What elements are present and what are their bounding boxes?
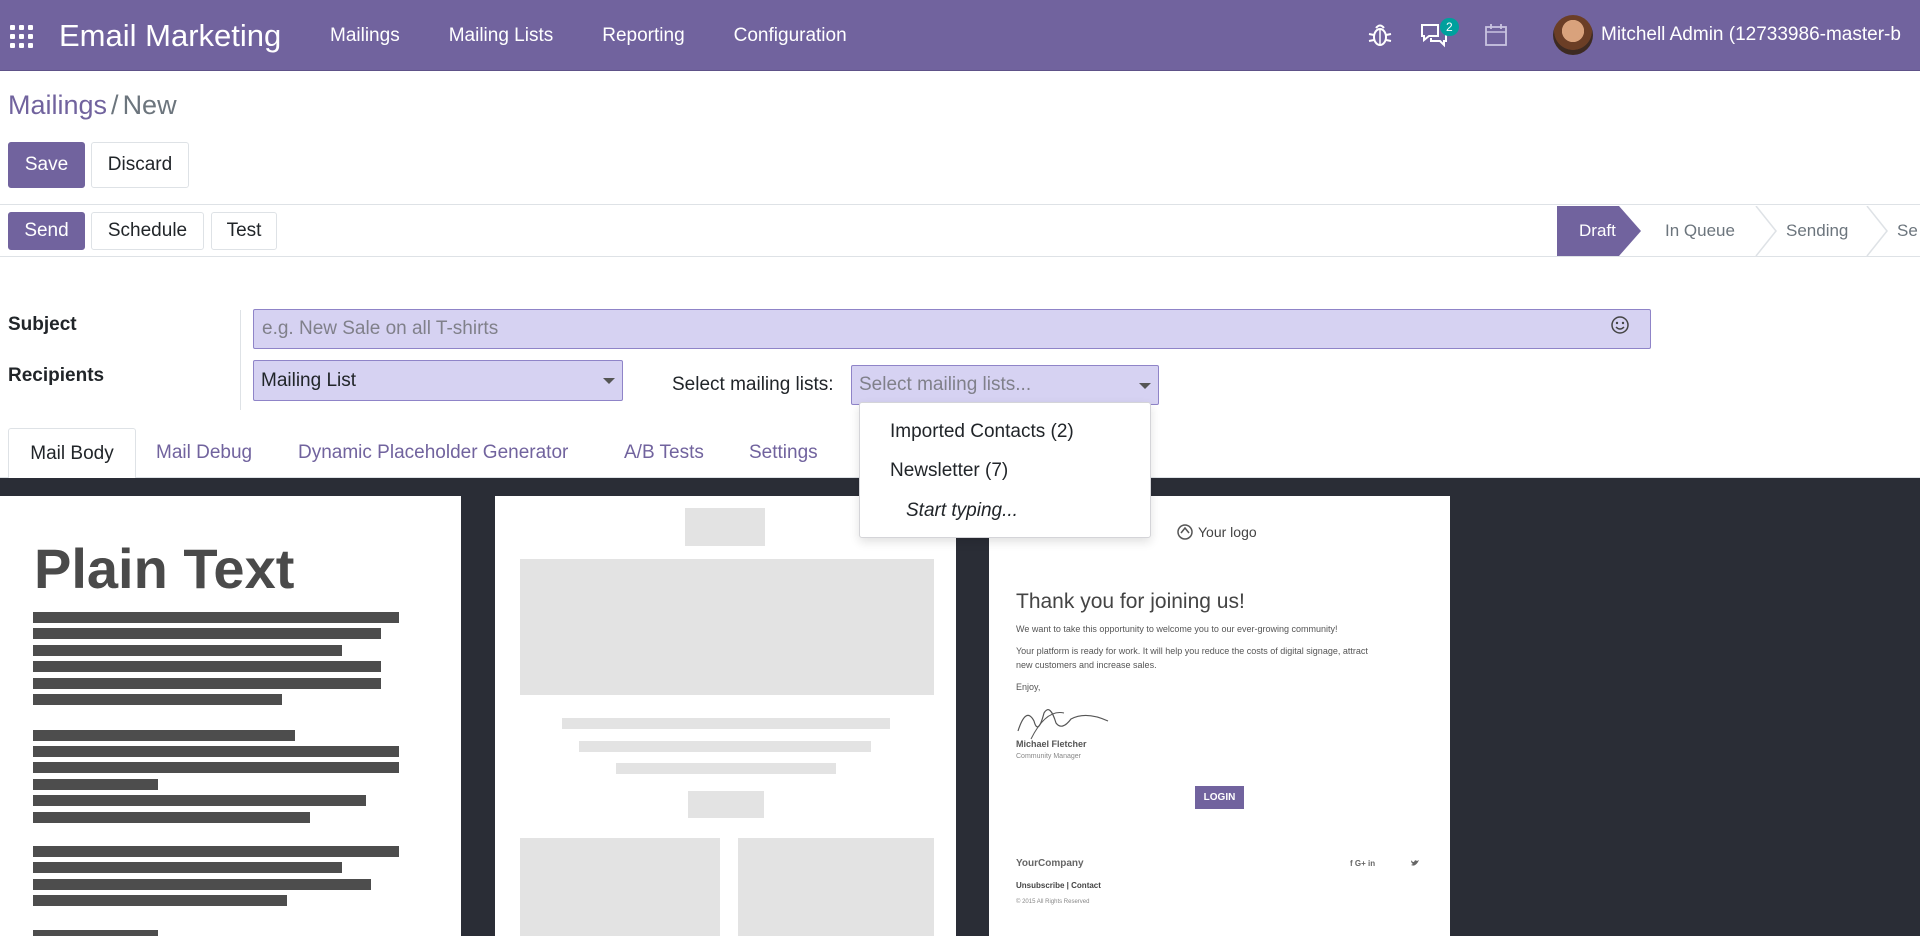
signature-image	[1017, 709, 1109, 740]
tab-ab-tests[interactable]: A/B Tests	[624, 428, 704, 478]
divider	[240, 310, 241, 410]
stage-in-queue[interactable]: In Queue	[1665, 206, 1735, 256]
stage-arrow	[1755, 206, 1777, 256]
save-button[interactable]: Save	[8, 142, 85, 188]
recipients-select[interactable]: Mailing List	[253, 360, 623, 401]
stage-draft[interactable]: Draft	[1557, 206, 1619, 256]
divider	[0, 204, 1920, 205]
template-logo-text: Your logo	[1198, 524, 1257, 540]
divider	[0, 256, 1920, 257]
mailing-lists-placeholder: Select mailing lists...	[859, 374, 1032, 395]
template-signer: Michael Fletcher	[1016, 739, 1087, 749]
dropdown-hint: Start typing...	[906, 500, 1018, 521]
template-text: We want to take this opportunity to welc…	[1016, 624, 1338, 634]
template-layout[interactable]	[495, 496, 956, 936]
chevron-down-icon	[603, 378, 615, 384]
template-copyright: © 2015 All Rights Reserved	[1016, 899, 1090, 905]
messages-count-badge: 2	[1440, 18, 1459, 36]
test-button[interactable]: Test	[211, 212, 277, 250]
recipients-value: Mailing List	[261, 369, 357, 391]
user-name[interactable]: Mitchell Admin (12733986-master-b	[1601, 24, 1901, 46]
subject-label: Subject	[8, 314, 77, 335]
menu-item-mailing-lists[interactable]: Mailing Lists	[449, 25, 554, 47]
menu-item-configuration[interactable]: Configuration	[734, 25, 847, 47]
mailing-lists-label: Select mailing lists:	[672, 374, 834, 395]
subject-input[interactable]: e.g. New Sale on all T-shirts	[253, 309, 1651, 349]
dropdown-item-newsletter[interactable]: Newsletter (7)	[890, 460, 1008, 482]
template-plain-text[interactable]: Plain Text	[0, 496, 461, 936]
breadcrumb-current: New	[122, 90, 177, 120]
breadcrumb: Mailings / New	[8, 90, 177, 121]
status-bar: Draft In Queue Sending Se	[1557, 206, 1920, 256]
template-company: YourCompany	[1016, 858, 1084, 869]
recipients-label: Recipients	[8, 365, 105, 386]
send-button[interactable]: Send	[8, 212, 85, 250]
chevron-down-icon	[1139, 383, 1151, 389]
tab-dynamic-placeholder-generator[interactable]: Dynamic Placeholder Generator	[298, 428, 568, 478]
stage-sent[interactable]: Se	[1897, 206, 1918, 256]
template-signer-title: Community Manager	[1016, 753, 1081, 760]
stage-arrow	[1866, 206, 1888, 256]
template-gallery: Plain Text Your logo Thank you for joini…	[0, 478, 1920, 936]
logo-icon	[1177, 524, 1193, 540]
template-social-icons: f G+ in	[1350, 859, 1376, 868]
tab-settings[interactable]: Settings	[749, 428, 818, 478]
template-text: Your platform is ready for work. It will…	[1016, 646, 1368, 656]
emoji-icon[interactable]	[1609, 314, 1631, 336]
tab-mail-debug[interactable]: Mail Debug	[156, 428, 252, 478]
discard-button[interactable]: Discard	[91, 142, 189, 188]
template-heading: Thank you for joining us!	[1016, 590, 1245, 613]
user-avatar[interactable]	[1553, 15, 1593, 55]
dropdown-item-imported-contacts[interactable]: Imported Contacts (2)	[890, 421, 1074, 443]
systray: 2 Mitchell Admin (12733986-master-b	[1360, 0, 1920, 71]
template-text: Enjoy,	[1016, 682, 1041, 692]
mailing-lists-select[interactable]: Select mailing lists...	[851, 365, 1159, 405]
menu-item-mailings[interactable]: Mailings	[330, 25, 400, 47]
template-title: Plain Text	[34, 537, 295, 600]
tab-mail-body[interactable]: Mail Body	[8, 428, 136, 479]
apps-grid-icon[interactable]	[10, 25, 34, 49]
mailing-lists-dropdown: Imported Contacts (2) Newsletter (7) Sta…	[859, 402, 1151, 538]
stage-sending[interactable]: Sending	[1786, 206, 1848, 256]
breadcrumb-mailings-link[interactable]: Mailings	[8, 90, 107, 120]
stage-arrow	[1619, 206, 1641, 256]
breadcrumb-separator: /	[111, 90, 119, 120]
calendar-icon[interactable]	[1484, 22, 1508, 48]
menu-item-reporting[interactable]: Reporting	[602, 25, 684, 47]
template-text: new customers and increase sales.	[1016, 660, 1157, 670]
schedule-button[interactable]: Schedule	[91, 212, 204, 250]
twitter-icon	[1411, 860, 1419, 866]
template-welcome[interactable]: Your logo Thank you for joining us! We w…	[989, 496, 1450, 936]
app-title[interactable]: Email Marketing	[59, 18, 281, 54]
template-links: Unsubscribe | Contact	[1016, 881, 1101, 890]
bug-icon[interactable]	[1367, 22, 1393, 48]
main-menu: Mailings Mailing Lists Reporting Configu…	[330, 0, 896, 71]
template-login-button: LOGIN	[1195, 786, 1244, 809]
top-navbar: Email Marketing Mailings Mailing Lists R…	[0, 0, 1920, 71]
